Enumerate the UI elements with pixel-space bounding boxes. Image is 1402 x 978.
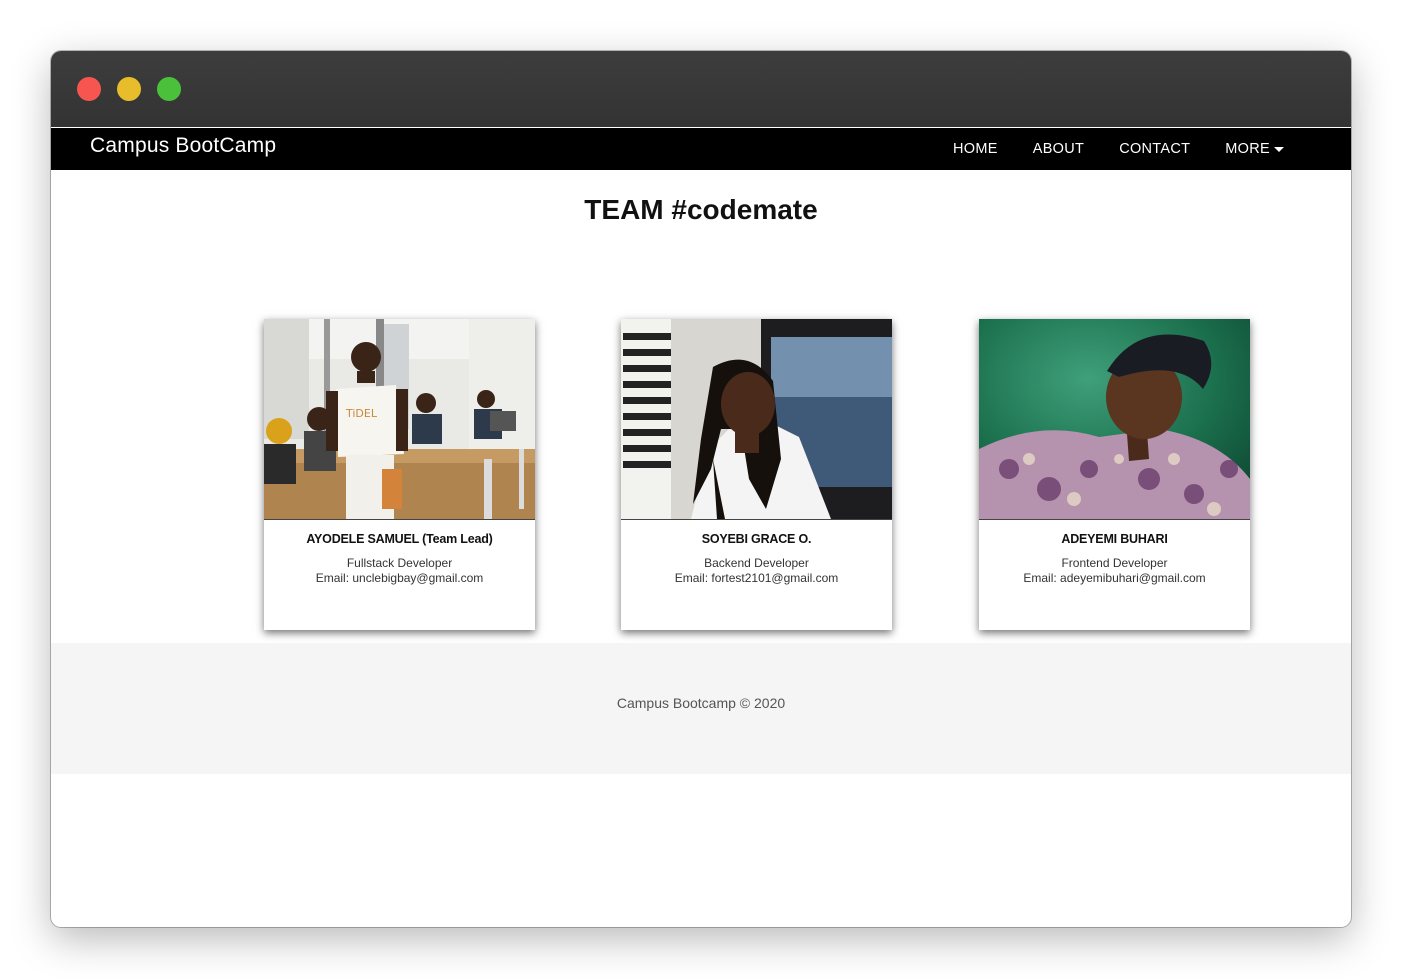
copyright-text: Campus Bootcamp © 2020 [616, 695, 786, 711]
nav-contact-link[interactable]: CONTACT [1119, 141, 1190, 157]
nav-more-dropdown[interactable]: MORE [1225, 141, 1284, 157]
nav-contact-label: CONTACT [1119, 141, 1191, 157]
svg-text:TiDEL: TiDEL [345, 407, 378, 420]
nav-about-link[interactable]: ABOUT [1033, 141, 1084, 157]
window-titlebar [51, 51, 1351, 127]
nav-about-label: ABOUT [1032, 141, 1085, 157]
team-member-card: TiDEL AYODELE SAMUEL (Team Lead) Fullsta… [264, 319, 535, 630]
maximize-window-button[interactable] [157, 77, 181, 101]
site-navbar: Campus BootCamp HOME ABOUT CONTACT MORE [51, 128, 1351, 170]
nav-more-label: MORE [1225, 141, 1270, 157]
nav-home-label: HOME [953, 141, 998, 157]
member-name: SOYEBI GRACE O. [701, 532, 812, 546]
team-member-card: ADEYEMI BUHARI Frontend Developer Email:… [979, 319, 1250, 630]
card-body: SOYEBI GRACE O. Backend Developer Email:… [621, 520, 892, 586]
member-email: Email: adeyemibuhari@gmail.com [1023, 571, 1206, 585]
member-photo [979, 319, 1250, 520]
main-content: TEAM #codemate TiDEL AYODELE SAMUEL (Tea… [51, 170, 1351, 643]
member-email: Email: unclebigbay@gmail.com [315, 571, 484, 585]
minimize-window-button[interactable] [117, 77, 141, 101]
site-footer: Campus Bootcamp © 2020 [51, 643, 1351, 774]
brand-link[interactable]: Campus BootCamp [90, 134, 276, 158]
card-body: AYODELE SAMUEL (Team Lead) Fullstack Dev… [264, 520, 535, 586]
member-photo [621, 319, 892, 520]
team-member-card: SOYEBI GRACE O. Backend Developer Email:… [621, 319, 892, 630]
member-name: ADEYEMI BUHARI [1061, 532, 1168, 546]
browser-window: Campus BootCamp HOME ABOUT CONTACT MORE … [51, 51, 1351, 927]
member-role: Backend Developer [704, 556, 809, 570]
member-photo: TiDEL [264, 319, 535, 520]
member-role: Fullstack Developer [346, 556, 453, 570]
card-body: ADEYEMI BUHARI Frontend Developer Email:… [979, 520, 1250, 586]
member-email: Email: fortest2101@gmail.com [674, 571, 839, 585]
nav-links: HOME ABOUT CONTACT MORE [918, 141, 1284, 157]
page-title: TEAM #codemate [584, 194, 818, 225]
close-window-button[interactable] [77, 77, 101, 101]
member-name: AYODELE SAMUEL (Team Lead) [306, 532, 493, 546]
caret-down-icon [1274, 146, 1284, 152]
member-role: Frontend Developer [1061, 556, 1168, 570]
nav-home-link[interactable]: HOME [953, 141, 998, 157]
